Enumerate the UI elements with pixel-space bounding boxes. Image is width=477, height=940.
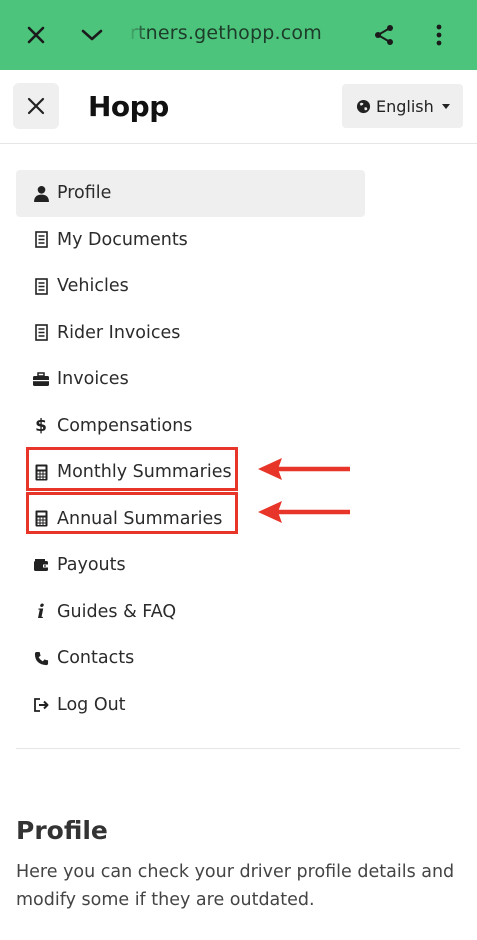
more-vertical-icon [436,24,442,46]
arrow-left-icon [258,501,350,523]
chevron-down-icon [81,29,103,41]
url-fade [128,20,146,50]
sidebar-item-label: Vehicles [57,276,129,297]
arrow-left-icon [258,458,350,480]
document-icon [32,276,50,296]
menu-close-button[interactable] [13,83,59,129]
phone-icon [32,648,50,668]
user-icon [32,183,50,203]
calculator-icon [32,462,50,482]
globe-icon [356,99,371,113]
sidebar-item-contacts[interactable]: Contacts [16,635,365,682]
browser-menu-button[interactable] [415,0,463,70]
dollar-icon: $ [35,415,47,436]
sidebar-item-payouts[interactable]: Payouts [16,542,365,589]
calculator-icon [32,509,50,529]
sidebar-item-label: Log Out [57,694,126,715]
sidebar-item-label: My Documents [57,229,188,250]
sidebar-item-label: Profile [57,183,112,204]
sidebar-item-guides-faq[interactable]: i Guides & FAQ [16,589,365,636]
sidebar-item-label: Rider Invoices [57,322,181,343]
sidebar-item-log-out[interactable]: Log Out [16,682,365,729]
sidebar-item-label: Payouts [57,555,126,576]
sidebar-item-invoices[interactable]: Invoices [16,356,365,403]
caret-down-icon [441,103,450,109]
url-bar[interactable]: rtners.gethopp.com [130,22,330,44]
wallet-icon [32,555,50,575]
sidebar-item-label: Guides & FAQ [57,601,177,622]
page-description: Here you can check your driver profile d… [16,862,455,910]
sidebar-item-vehicles[interactable]: Vehicles [16,263,365,310]
language-dropdown[interactable]: English [342,84,463,128]
sidebar-menu: Profile My Documents Vehicles Rider Invo… [16,170,365,728]
share-icon [375,25,393,45]
app-header: Hopp English [0,70,477,144]
sidebar-item-label: Compensations [57,415,193,436]
page-title: Profile [16,816,108,845]
sidebar-item-compensations[interactable]: $ Compensations [16,403,365,450]
document-icon [32,230,50,250]
briefcase-icon [32,369,50,389]
divider [16,748,460,749]
tab-dropdown-button[interactable] [68,0,116,70]
document-icon [32,323,50,343]
browser-close-button[interactable] [12,0,60,70]
sidebar-item-label: Monthly Summaries [57,462,232,483]
sidebar-item-label: Contacts [57,648,135,669]
brand-logo[interactable]: Hopp [88,90,169,123]
share-button[interactable] [360,0,408,70]
language-label: English [376,96,434,116]
close-icon [27,97,45,115]
sidebar-item-label: Invoices [57,369,129,390]
sidebar-item-profile[interactable]: Profile [16,170,365,217]
sidebar-item-label: Annual Summaries [57,508,223,529]
logout-icon [32,695,50,715]
browser-toolbar: rtners.gethopp.com [0,0,477,70]
info-icon: i [37,600,45,623]
close-icon [27,26,45,44]
sidebar-item-my-documents[interactable]: My Documents [16,217,365,264]
sidebar-item-rider-invoices[interactable]: Rider Invoices [16,310,365,357]
